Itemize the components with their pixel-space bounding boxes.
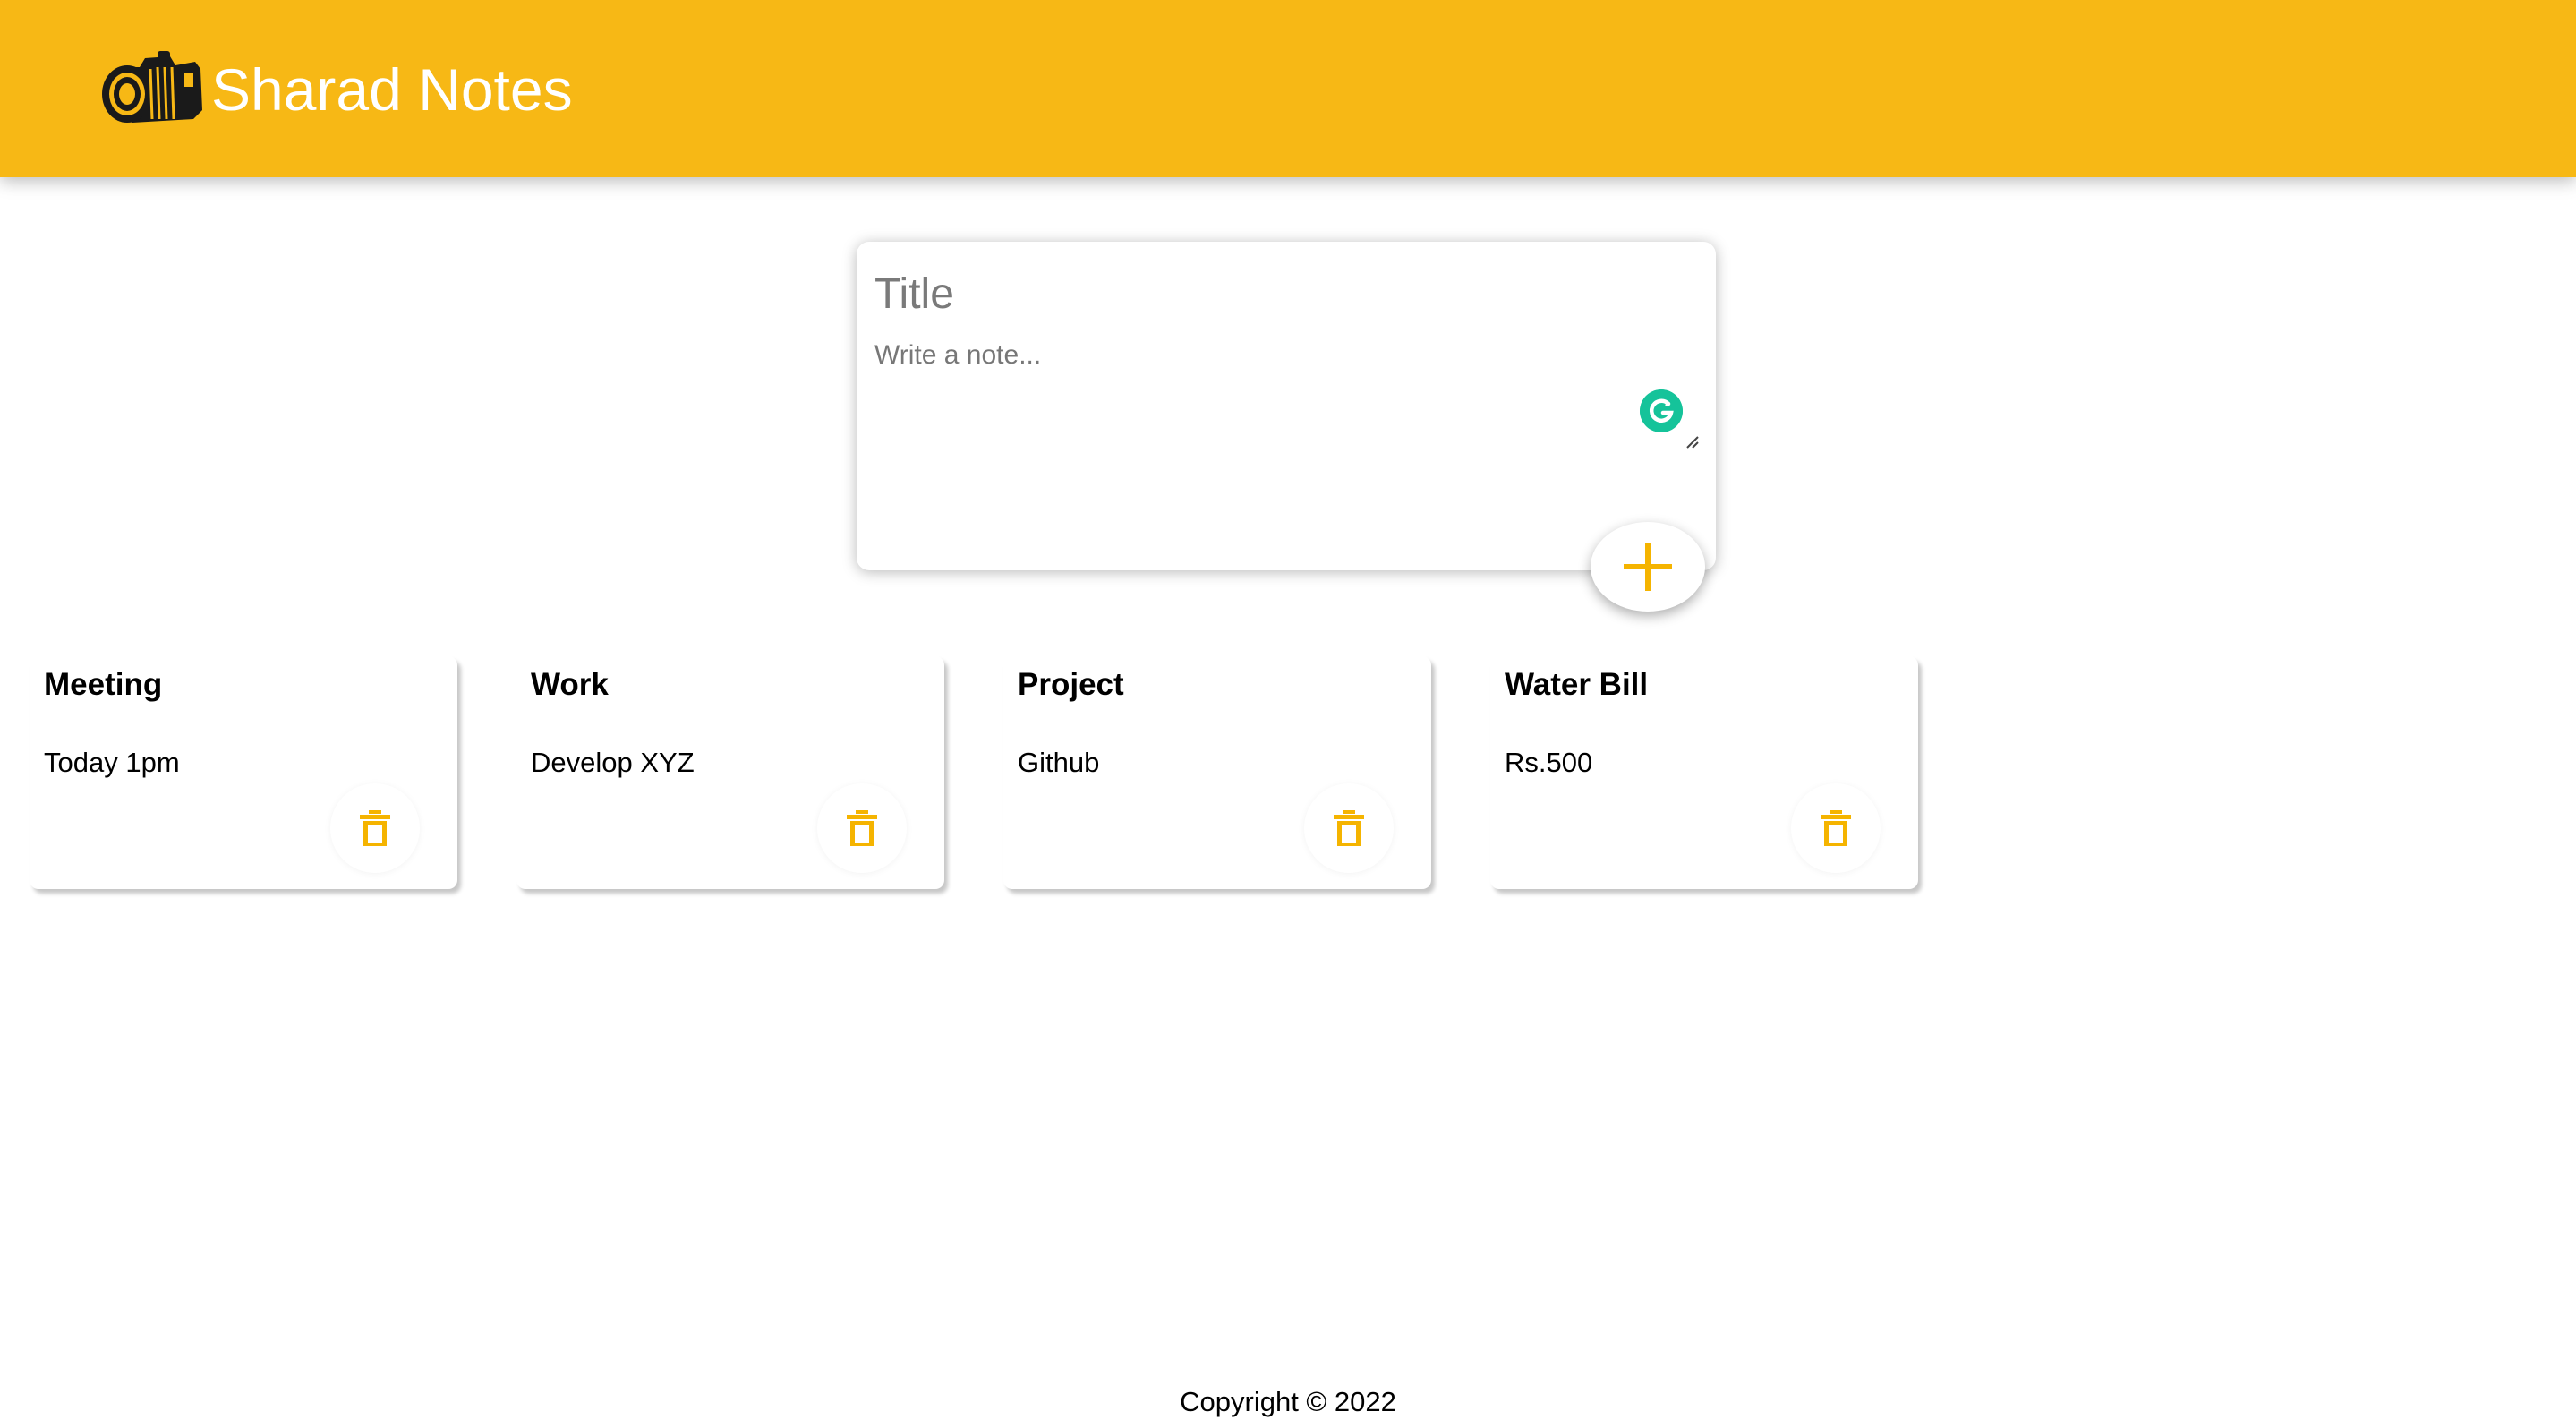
- note-content: Today 1pm: [44, 747, 180, 778]
- note-content: Github: [1018, 747, 1100, 778]
- title-input[interactable]: [874, 265, 1680, 322]
- note-card: Meeting Today 1pm: [30, 656, 457, 889]
- app-title: Sharad Notes: [211, 56, 573, 123]
- note-title: Project: [1018, 667, 1124, 702]
- note-content-textarea[interactable]: [874, 340, 1660, 448]
- trash-icon: [1334, 810, 1364, 846]
- note-card: Water Bill Rs.500: [1490, 656, 1918, 889]
- grammarly-icon[interactable]: [1640, 389, 1683, 432]
- delete-note-button[interactable]: [1304, 783, 1394, 873]
- note-content: Develop XYZ: [531, 747, 695, 778]
- note-title: Meeting: [44, 667, 163, 702]
- note-content: Rs.500: [1505, 747, 1593, 778]
- delete-note-button[interactable]: [330, 783, 420, 873]
- note-card: Work Develop XYZ: [516, 656, 944, 889]
- delete-note-button[interactable]: [1791, 783, 1881, 873]
- add-note-button[interactable]: [1591, 522, 1705, 612]
- app-header: Sharad Notes: [0, 0, 2576, 177]
- copyright-text: Copyright © 2022: [1180, 1386, 1396, 1417]
- delete-note-button[interactable]: [817, 783, 907, 873]
- resize-handle-icon[interactable]: [1682, 432, 1700, 449]
- camera-icon: [102, 51, 202, 123]
- trash-icon: [1821, 810, 1851, 846]
- trash-icon: [847, 810, 877, 846]
- brand: Sharad Notes: [100, 49, 573, 130]
- note-title: Work: [531, 667, 609, 702]
- trash-icon: [360, 810, 390, 846]
- create-note-form: [857, 242, 1716, 570]
- note-title: Water Bill: [1505, 667, 1649, 702]
- note-card: Project Github: [1003, 656, 1431, 889]
- plus-icon: [1624, 543, 1672, 591]
- footer: Copyright © 2022: [0, 1384, 2576, 1420]
